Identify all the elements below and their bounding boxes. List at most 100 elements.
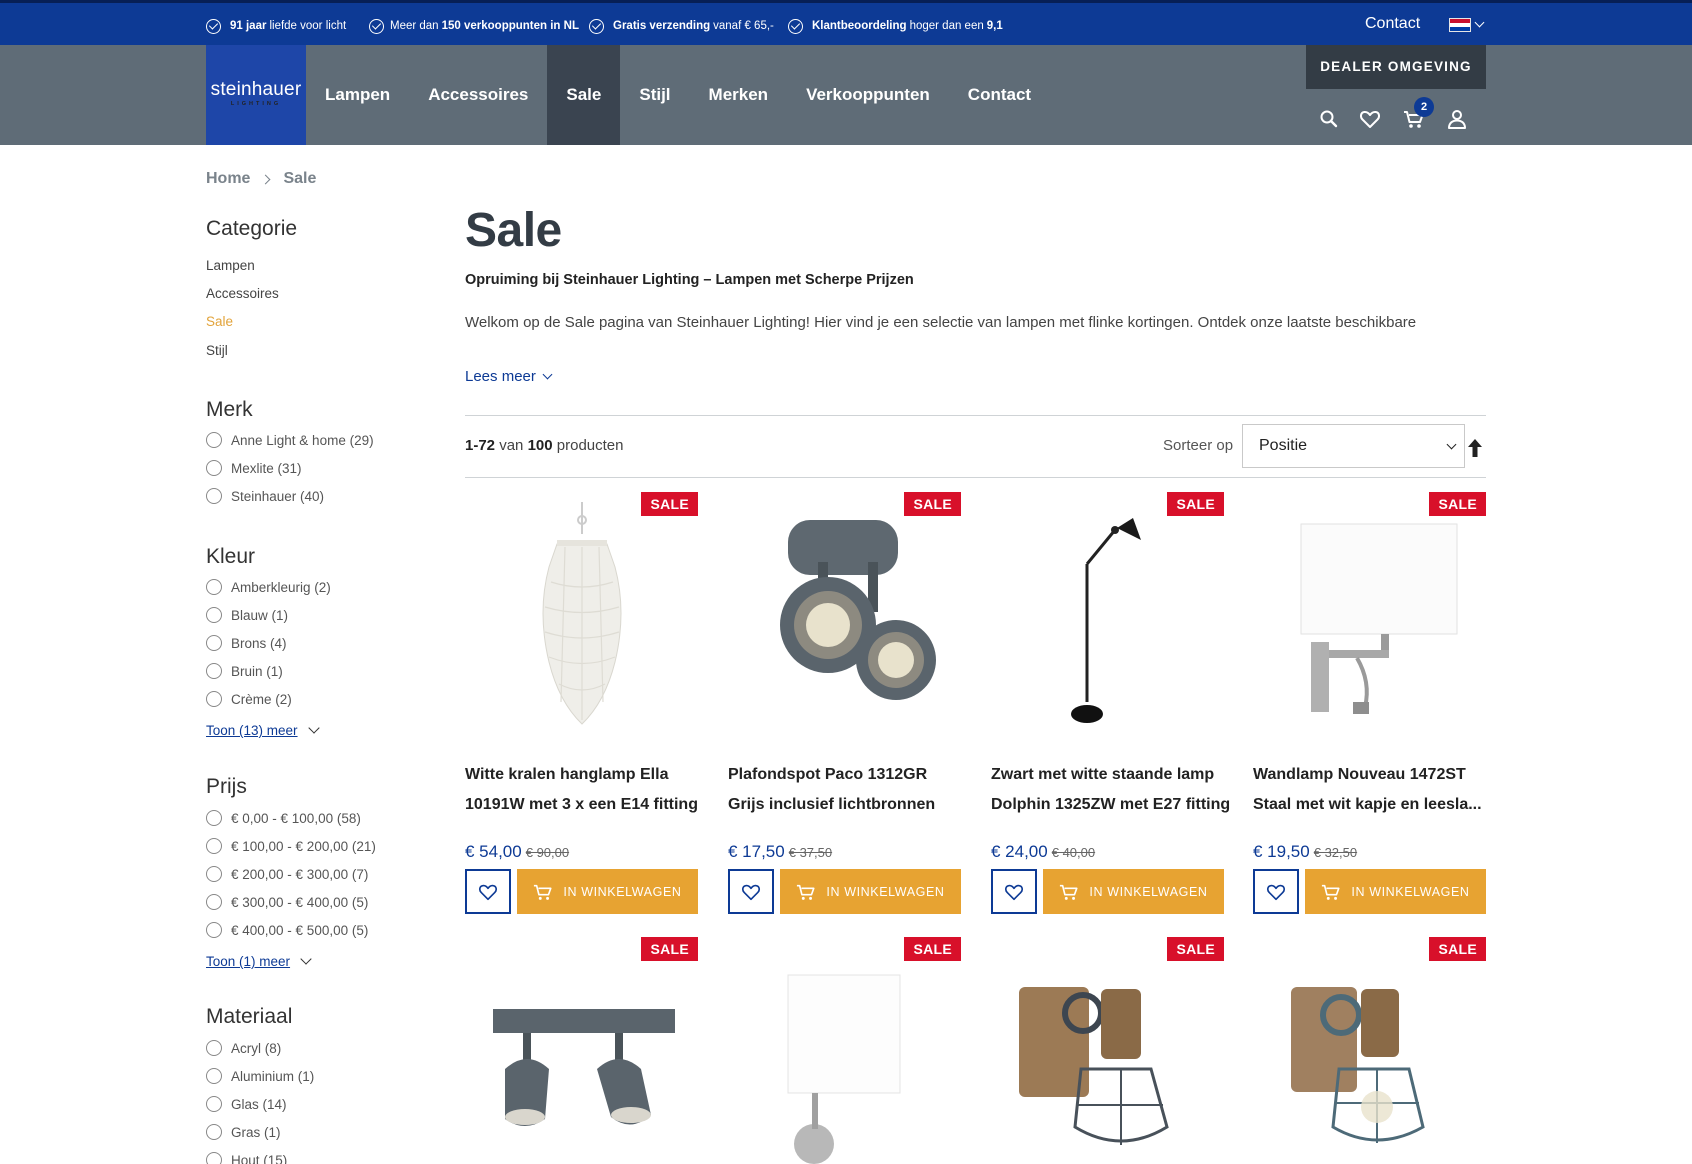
product-title[interactable]: Plafondspot Paco 1312GR Grijs inclusief … — [728, 760, 968, 820]
radio-button[interactable] — [206, 866, 222, 882]
filter-option-label: € 0,00 - € 100,00 (58) — [231, 810, 361, 826]
radio-button[interactable] — [206, 838, 222, 854]
filter-option[interactable]: Gras (1) — [206, 1124, 281, 1140]
nav-lampen[interactable]: Lampen — [306, 45, 409, 145]
sale-badge: SALE — [1429, 492, 1486, 516]
search-icon[interactable] — [1318, 108, 1340, 130]
filter-option[interactable]: € 200,00 - € 300,00 (7) — [206, 866, 368, 882]
filter-option[interactable]: Steinhauer (40) — [206, 488, 324, 504]
filter-option[interactable]: Crème (2) — [206, 691, 292, 707]
product-image[interactable] — [465, 937, 698, 1164]
add-to-cart-button[interactable]: IN WINKELWAGEN — [517, 869, 698, 914]
price-current: € 24,00 — [991, 842, 1048, 861]
usp-item: Klantbeoordeling hoger dan een 9,1 — [788, 16, 1006, 36]
filter-option[interactable]: € 300,00 - € 400,00 (5) — [206, 894, 368, 910]
filter-option[interactable]: Blauw (1) — [206, 607, 288, 623]
product-title[interactable]: Witte kralen hanglamp Ella 10191W met 3 … — [465, 760, 705, 820]
wishlist-button[interactable] — [1253, 869, 1299, 914]
chevron-down-icon[interactable] — [1474, 17, 1485, 28]
radio-button[interactable] — [206, 894, 222, 910]
show-more-label[interactable]: Toon (1) meer — [206, 954, 290, 969]
nav-accessoires[interactable]: Accessoires — [409, 45, 547, 145]
radio-button[interactable] — [206, 460, 222, 476]
category-link-accessoires[interactable]: Accessoires — [206, 286, 279, 301]
product-image[interactable] — [728, 937, 961, 1164]
nav-stijl[interactable]: Stijl — [620, 45, 689, 145]
usp-bold: 91 jaar — [230, 20, 267, 32]
filter-option[interactable]: Mexlite (31) — [206, 460, 302, 476]
breadcrumb-current: Sale — [283, 170, 317, 187]
sale-badge: SALE — [1429, 937, 1486, 961]
radio-button[interactable] — [206, 432, 222, 448]
add-to-cart-button[interactable]: IN WINKELWAGEN — [780, 869, 961, 914]
radio-button[interactable] — [206, 1040, 222, 1056]
sort-select-value: Positie — [1259, 437, 1308, 454]
radio-button[interactable] — [206, 488, 222, 504]
chevron-down-icon — [542, 369, 553, 380]
radio-button[interactable] — [206, 691, 222, 707]
product-image[interactable] — [1253, 937, 1486, 1164]
add-to-cart-button[interactable]: IN WINKELWAGEN — [1305, 869, 1486, 914]
category-link-stijl[interactable]: Stijl — [206, 343, 228, 358]
filter-option[interactable]: Brons (4) — [206, 635, 287, 651]
heart-icon[interactable] — [1359, 108, 1381, 130]
radio-button[interactable] — [206, 1124, 222, 1140]
cart-icon — [1322, 884, 1340, 900]
filter-option[interactable]: Amberkleurig (2) — [206, 579, 331, 595]
sort-direction-arrow-icon[interactable] — [1466, 438, 1484, 458]
radio-button[interactable] — [206, 663, 222, 679]
product-image[interactable] — [1253, 492, 1486, 732]
breadcrumb-home[interactable]: Home — [206, 170, 250, 188]
filter-option[interactable]: Acryl (8) — [206, 1040, 281, 1056]
show-more-label[interactable]: Toon (13) meer — [206, 723, 298, 738]
filter-option[interactable]: € 0,00 - € 100,00 (58) — [206, 810, 361, 826]
wishlist-button[interactable] — [728, 869, 774, 914]
dealer-button[interactable]: DEALER OMGEVING — [1306, 45, 1486, 89]
logo[interactable]: steinhauer LIGHTING — [206, 45, 306, 145]
nav-merken[interactable]: Merken — [690, 45, 788, 145]
category-link-sale[interactable]: Sale — [206, 314, 233, 329]
top-contact-link[interactable]: Contact — [1365, 15, 1420, 33]
product-image[interactable] — [465, 492, 698, 732]
add-to-cart-label: IN WINKELWAGEN — [1351, 884, 1470, 899]
product-title[interactable]: Wandlamp Nouveau 1472ST Staal met wit ka… — [1253, 760, 1493, 820]
nav-sale[interactable]: Sale — [547, 45, 621, 145]
product-title[interactable]: Zwart met witte staande lamp Dolphin 132… — [991, 760, 1231, 820]
filter-option[interactable]: € 400,00 - € 500,00 (5) — [206, 922, 368, 938]
product-image[interactable] — [991, 492, 1224, 732]
read-more-link[interactable]: Lees meer — [465, 368, 553, 385]
chevron-down-icon — [307, 722, 320, 734]
filter-option[interactable]: Aluminium (1) — [206, 1068, 314, 1084]
sort-select[interactable]: Positie — [1242, 424, 1465, 468]
filter-option[interactable]: Bruin (1) — [206, 663, 283, 679]
wishlist-button[interactable] — [991, 869, 1037, 914]
radio-button[interactable] — [206, 1096, 222, 1112]
radio-button[interactable] — [206, 810, 222, 826]
product-image[interactable] — [728, 492, 961, 732]
radio-button[interactable] — [206, 922, 222, 938]
cart-icon — [534, 884, 552, 900]
radio-button[interactable] — [206, 1152, 222, 1164]
radio-button[interactable] — [206, 607, 222, 623]
chevron-down-icon — [1446, 439, 1457, 450]
filter-heading-prijs: Prijs — [206, 775, 247, 798]
add-to-cart-button[interactable]: IN WINKELWAGEN — [1043, 869, 1224, 914]
category-link-lampen[interactable]: Lampen — [206, 258, 255, 273]
user-icon[interactable] — [1446, 108, 1468, 130]
show-more-prijs[interactable]: Toon (1) meer — [206, 953, 312, 969]
filter-option[interactable]: Anne Light & home (29) — [206, 432, 374, 448]
wishlist-button[interactable] — [465, 869, 511, 914]
nav-contact[interactable]: Contact — [949, 45, 1050, 145]
filter-option[interactable]: Hout (15) — [206, 1152, 287, 1164]
radio-button[interactable] — [206, 635, 222, 651]
product-image[interactable] — [991, 937, 1224, 1164]
check-circle-icon — [589, 18, 604, 34]
netherlands-flag-icon[interactable] — [1449, 18, 1471, 32]
radio-button[interactable] — [206, 1068, 222, 1084]
show-more-kleur[interactable]: Toon (13) meer — [206, 722, 320, 738]
radio-button[interactable] — [206, 579, 222, 595]
read-more-label[interactable]: Lees meer — [465, 368, 536, 385]
filter-option[interactable]: Glas (14) — [206, 1096, 287, 1112]
nav-verkooppunten[interactable]: Verkooppunten — [787, 45, 949, 145]
filter-option[interactable]: € 100,00 - € 200,00 (21) — [206, 838, 376, 854]
